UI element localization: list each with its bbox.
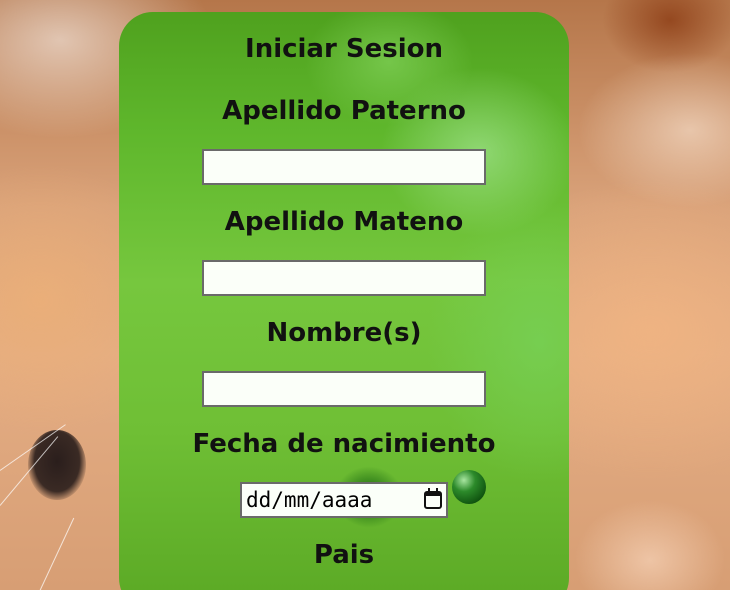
apellido-paterno-input[interactable] bbox=[202, 149, 486, 185]
date-placeholder: dd/mm/aaaa bbox=[246, 488, 373, 512]
apellido-materno-label: Apellido Mateno bbox=[224, 207, 464, 237]
calendar-icon[interactable] bbox=[424, 488, 442, 509]
apellido-materno-input[interactable] bbox=[202, 260, 486, 296]
nombre-label: Nombre(s) bbox=[266, 318, 422, 348]
apellido-paterno-label: Apellido Paterno bbox=[222, 96, 466, 126]
fecha-nacimiento-label: Fecha de nacimiento bbox=[192, 429, 496, 459]
background-whisker bbox=[39, 517, 75, 590]
background-dew-drop bbox=[452, 470, 486, 504]
fecha-nacimiento-input[interactable]: dd/mm/aaaa bbox=[240, 482, 448, 518]
nombre-input[interactable] bbox=[202, 371, 486, 407]
pais-label: Pais bbox=[313, 540, 375, 570]
background-photo-detail bbox=[28, 430, 86, 500]
form-title: Iniciar Sesion bbox=[245, 34, 443, 64]
